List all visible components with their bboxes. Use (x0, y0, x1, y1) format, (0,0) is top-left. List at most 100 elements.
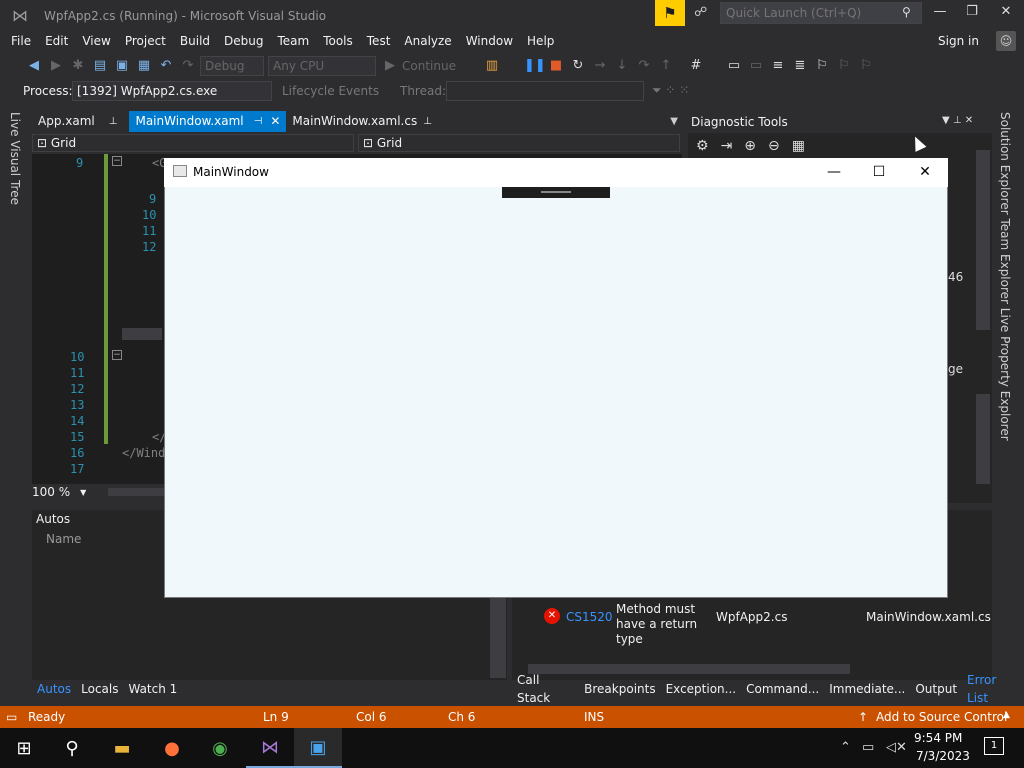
wpf-minimize-button[interactable]: — (811, 161, 857, 183)
configuration-select[interactable]: Debug (200, 56, 264, 76)
tab-overflow-icon[interactable]: ▼ (670, 116, 682, 127)
toolbar-grip-icon[interactable] (541, 191, 571, 193)
quick-launch-input[interactable] (720, 2, 922, 24)
collapse-icon[interactable]: − (112, 156, 122, 166)
volume-muted-icon[interactable]: ◁✕ (886, 740, 907, 755)
collapse-icon[interactable]: − (112, 350, 122, 360)
align-left-icon[interactable]: ≡ (768, 56, 788, 76)
indent-icon[interactable]: ≣ (790, 56, 810, 76)
tab-call-stack[interactable]: Call Stack (512, 671, 579, 707)
export-icon[interactable]: ⇥ (721, 138, 733, 154)
tab-immediate[interactable]: Immediate... (824, 680, 910, 698)
network-icon[interactable]: ▭ (862, 740, 874, 755)
pin-icon[interactable]: ⊣ (254, 111, 263, 132)
account-icon[interactable]: ☺ (996, 31, 1016, 51)
tab-app-xaml[interactable]: App.xaml ⊥ (32, 111, 123, 132)
tab-mainwindow-xaml-cs[interactable]: MainWindow.xaml.cs ⊥ (286, 111, 438, 132)
close-tab-icon[interactable]: ✕ (270, 111, 280, 132)
step-into-icon[interactable]: ↓ (612, 56, 632, 76)
bookmark-icon[interactable]: ⚐ (812, 56, 832, 76)
open-file-icon[interactable]: ▤ (90, 56, 110, 76)
visual-studio-taskbar-icon[interactable]: ⋈ (246, 728, 294, 768)
pin-icon[interactable]: ⊥ (109, 111, 118, 132)
process-select[interactable]: [1392] WpfApp2.cs.exe (72, 81, 272, 101)
tab-breakpoints[interactable]: Breakpoints (579, 680, 660, 698)
pin-icon[interactable]: ⊥ (423, 111, 432, 132)
menu-view[interactable]: View (75, 30, 117, 52)
continue-icon[interactable]: ▶ (380, 56, 400, 76)
nav-right-select[interactable]: ⊡ Grid (358, 134, 680, 152)
error-code-link[interactable]: CS1520 (566, 610, 613, 624)
save-all-icon[interactable]: ▦ (134, 56, 154, 76)
add-to-source-control-button[interactable]: Add to Source Control (876, 710, 1007, 724)
tab-error-list[interactable]: Error List (962, 671, 1024, 707)
continue-button[interactable]: Continue (402, 59, 472, 73)
menu-debug[interactable]: Debug (217, 30, 270, 52)
forward-icon[interactable]: ▶ (46, 56, 66, 76)
notification-center-icon[interactable]: 1 (984, 737, 1004, 755)
maximize-button[interactable]: ❐ (958, 4, 986, 24)
hex-display-icon[interactable]: # (686, 56, 706, 76)
tab-exceptions[interactable]: Exception... (661, 680, 742, 698)
close-button[interactable]: ✕ (992, 4, 1020, 24)
diag-lower-scrollbar[interactable] (976, 394, 990, 484)
tab-output[interactable]: Output (910, 680, 962, 698)
restart-icon[interactable]: ↻ (568, 56, 588, 76)
back-icon[interactable]: ◀ (24, 56, 44, 76)
zoom-in-icon[interactable]: ⊕ (744, 138, 756, 154)
pause-icon[interactable]: ❚❚ (524, 56, 546, 76)
menu-project[interactable]: Project (118, 30, 173, 52)
zoom-out-icon[interactable]: ⊖ (768, 138, 780, 154)
chrome-icon[interactable]: ◉ (196, 728, 244, 768)
menu-team[interactable]: Team (270, 30, 316, 52)
tab-mainwindow-xaml[interactable]: MainWindow.xaml ⊣ ✕ (129, 111, 287, 132)
live-visual-tree-tab[interactable]: Live Visual Tree (8, 112, 22, 205)
feedback-icon[interactable]: ☍ (694, 5, 707, 20)
tab-watch-1[interactable]: Watch 1 (123, 680, 182, 698)
zoom-select[interactable]: 100 % ▼ (32, 484, 92, 500)
minimize-button[interactable]: — (926, 4, 954, 24)
firefox-icon[interactable]: ● (148, 728, 196, 768)
tab-autos[interactable]: Autos (32, 680, 76, 698)
file-explorer-icon[interactable]: ▬ (98, 728, 146, 768)
wpf-close-button[interactable]: ✕ (902, 161, 948, 183)
autos-scrollbar[interactable] (490, 598, 506, 678)
inner-scrollbar[interactable] (122, 328, 162, 340)
clock-date[interactable]: 7/3/2023 (916, 749, 970, 763)
right-side-vertical-tabs[interactable]: Solution Explorer Team Explorer Live Pro… (998, 112, 1012, 441)
chevron-up-icon[interactable]: ⌃ (840, 740, 851, 755)
platform-select[interactable]: Any CPU (268, 56, 376, 76)
menu-help[interactable]: Help (520, 30, 561, 52)
wpf-main-window[interactable] (164, 158, 948, 598)
diag-scrollbar[interactable] (976, 150, 990, 330)
autos-name-column-header[interactable]: Name (46, 532, 81, 546)
next-bookmark-icon[interactable]: ⚐ (856, 56, 876, 76)
chevron-up-icon[interactable]: ▲ (1003, 710, 1010, 720)
menu-build[interactable]: Build (173, 30, 217, 52)
menu-file[interactable]: File (4, 30, 38, 52)
menu-edit[interactable]: Edit (38, 30, 75, 52)
search-icon[interactable]: ⚲ (48, 728, 96, 768)
stop-icon[interactable]: ■ (546, 56, 566, 76)
redo-icon[interactable]: ↷ (178, 56, 198, 76)
tab-locals[interactable]: Locals (76, 680, 123, 698)
menu-analyze[interactable]: Analyze (397, 30, 458, 52)
notification-flag-icon[interactable]: ⚑ (655, 0, 685, 26)
menu-test[interactable]: Test (360, 30, 398, 52)
wpf-maximize-button[interactable]: ☐ (856, 161, 902, 183)
process-icon[interactable]: ▥ (482, 56, 502, 76)
diag-options-icon[interactable]: ▼ ⊥ ✕ (942, 115, 973, 126)
undo-icon[interactable]: ↶ (156, 56, 176, 76)
thread-select[interactable] (446, 81, 644, 101)
tab-command[interactable]: Command... (741, 680, 824, 698)
new-project-icon[interactable]: ✱ (68, 56, 88, 76)
menu-window[interactable]: Window (459, 30, 520, 52)
comment-icon[interactable]: ▭ (724, 56, 744, 76)
settings-icon[interactable]: ⚙ (696, 138, 709, 154)
step-out-icon[interactable]: ↑ (656, 56, 676, 76)
filter-icon[interactable]: ⏷ ⁘ ⁙ (652, 83, 689, 98)
clock-time[interactable]: 9:54 PM (914, 731, 962, 745)
horizontal-scrollbar[interactable] (108, 488, 164, 496)
save-icon[interactable]: ▣ (112, 56, 132, 76)
nav-left-select[interactable]: ⊡ Grid (32, 134, 354, 152)
